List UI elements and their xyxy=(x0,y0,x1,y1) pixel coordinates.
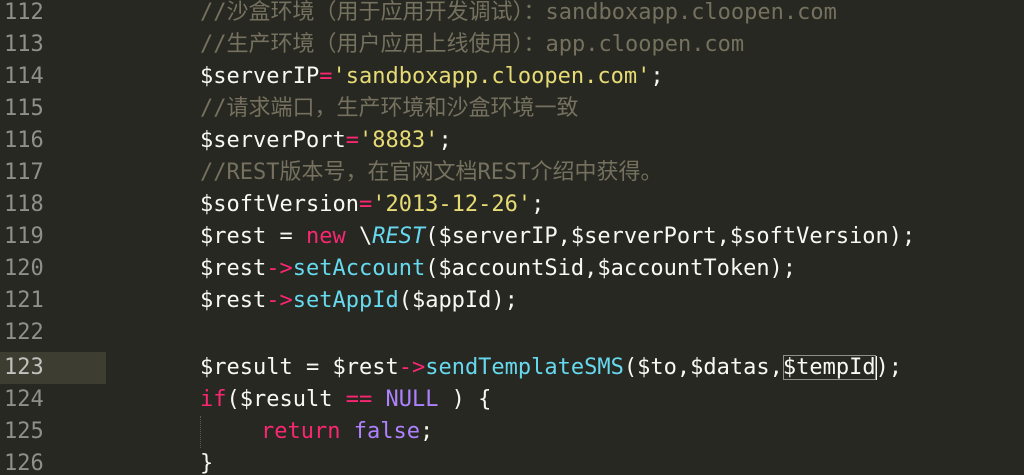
line-number-gutter: 112 113 114 115 116 117 118 119 120 121 … xyxy=(0,0,106,475)
variable: $rest xyxy=(200,256,267,281)
line-number: 120 xyxy=(4,256,44,281)
comment: //生产环境（用户应用上线使用）：app.cloopen.com xyxy=(200,32,745,57)
line-number: 126 xyxy=(4,451,44,475)
arguments-close: ); xyxy=(875,355,903,380)
code-line-124[interactable]: if($result == NULL ) { xyxy=(106,384,1024,416)
line-number-current: 123 xyxy=(0,352,106,384)
line-number: 117 xyxy=(4,160,44,185)
class-name: REST xyxy=(372,224,426,249)
method-name: setAccount xyxy=(292,256,426,281)
comment: //请求端口，生产环境和沙盒环境一致 xyxy=(200,96,579,121)
line-number: 125 xyxy=(4,419,44,444)
code-line-112[interactable]: //沙盒环境（用于应用开发调试）：sandboxapp.cloopen.com xyxy=(106,0,1024,29)
variable: $serverPort xyxy=(200,128,346,153)
highlighted-word: $tempId xyxy=(782,355,876,380)
code-line-119[interactable]: $rest = new \REST($serverIP,$serverPort,… xyxy=(106,221,1024,253)
line-number: 115 xyxy=(4,96,44,121)
line-number: 119 xyxy=(4,224,44,249)
comparison-operator: == xyxy=(332,387,386,412)
comment: //REST版本号，在官网文档REST介绍中获得。 xyxy=(200,160,663,185)
closing-brace: } xyxy=(200,451,214,475)
code-line-115[interactable]: //请求端口，生产环境和沙盒环境一致 xyxy=(106,93,1024,125)
semicolon: ; xyxy=(438,128,452,153)
operator: = xyxy=(345,128,359,153)
line-number: 112 xyxy=(4,0,44,25)
code-line-116[interactable]: $serverPort='8883'; xyxy=(106,125,1024,157)
arrow-operator: -> xyxy=(266,288,293,313)
variable: $softVersion xyxy=(200,192,359,217)
variable: $serverIP xyxy=(200,64,320,89)
code-line-122[interactable] xyxy=(106,317,1024,349)
operator: = xyxy=(358,192,373,217)
line-number: 116 xyxy=(4,128,44,153)
arrow-operator: -> xyxy=(398,355,426,380)
arguments: ($to,$datas, xyxy=(623,355,783,380)
line-number: 114 xyxy=(4,64,44,89)
code-line-126[interactable]: } xyxy=(106,448,1024,475)
assign-operator: = xyxy=(266,224,306,249)
code-line-114[interactable]: $serverIP='sandboxapp.cloopen.com'; xyxy=(106,61,1024,93)
variable: $result xyxy=(239,387,333,412)
string-literal: 'sandboxapp.cloopen.com' xyxy=(332,64,651,89)
arguments: ($accountSid,$accountToken); xyxy=(425,256,797,281)
line-number: 118 xyxy=(4,192,44,217)
semicolon: ; xyxy=(419,419,434,444)
code-line-113[interactable]: //生产环境（用户应用上线使用）：app.cloopen.com xyxy=(106,29,1024,61)
arguments: ($appId); xyxy=(398,288,518,313)
line-number: 124 xyxy=(4,387,44,412)
variable: $rest xyxy=(200,224,267,249)
variable: $result xyxy=(200,355,293,380)
variable: $rest xyxy=(200,288,267,313)
paren-open: ( xyxy=(226,387,240,412)
code-area[interactable]: //沙盒环境（用于应用开发调试）：sandboxapp.cloopen.com … xyxy=(106,0,1024,475)
assign-operator: = xyxy=(292,355,333,380)
string-literal: '2013-12-26' xyxy=(372,192,532,217)
comment: //沙盒环境（用于应用开发调试）：sandboxapp.cloopen.com xyxy=(200,0,837,25)
code-line-121[interactable]: $rest->setAppId($appId); xyxy=(106,285,1024,317)
code-line-125[interactable]: return false; xyxy=(106,416,1024,448)
code-line-123[interactable]: $result = $rest->sendTemplateSMS($to,$da… xyxy=(106,352,1024,384)
operator: = xyxy=(319,64,333,89)
line-number: 121 xyxy=(4,288,44,313)
paren-close-brace: ) { xyxy=(438,387,492,412)
method-name: setAppId xyxy=(292,288,399,313)
string-literal: '8883' xyxy=(358,128,439,153)
code-line-117[interactable]: //REST版本号，在官网文档REST介绍中获得。 xyxy=(106,157,1024,189)
arguments: ($serverIP,$serverPort,$softVersion); xyxy=(425,224,916,249)
line-number: 113 xyxy=(4,32,44,57)
method-name: sendTemplateSMS xyxy=(425,355,624,380)
semicolon: ; xyxy=(531,192,545,217)
namespace-separator: \ xyxy=(345,224,373,249)
code-line-118[interactable]: $softVersion='2013-12-26'; xyxy=(106,189,1024,221)
semicolon: ; xyxy=(650,64,664,89)
constant-false: false xyxy=(340,419,420,444)
constant-null: NULL xyxy=(385,387,439,412)
code-line-120[interactable]: $rest->setAccount($accountSid,$accountTo… xyxy=(106,253,1024,285)
variable: $rest xyxy=(332,355,399,380)
keyword-new: new xyxy=(305,224,346,249)
keyword-if: if xyxy=(200,387,227,412)
code-editor[interactable]: 112 113 114 115 116 117 118 119 120 121 … xyxy=(0,0,1024,475)
line-number: 122 xyxy=(4,320,44,345)
keyword-return: return xyxy=(261,419,341,444)
arrow-operator: -> xyxy=(266,256,293,281)
